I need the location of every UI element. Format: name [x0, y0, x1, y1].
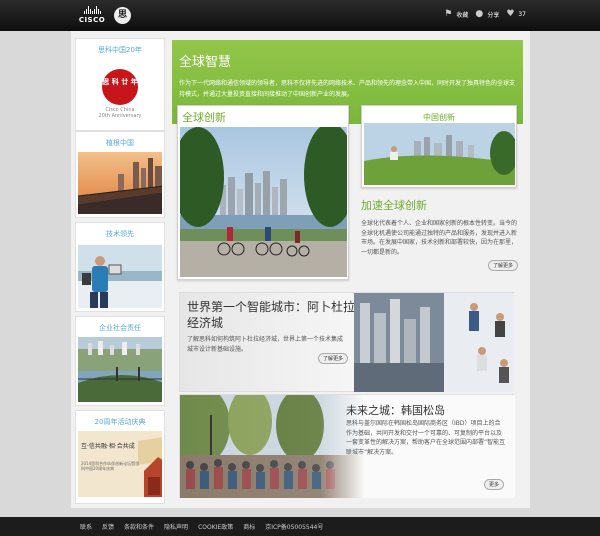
sidebar-item-label: 企业社会责任	[99, 324, 141, 332]
footer-link-terms[interactable]: 条款和条件	[124, 522, 154, 531]
learn-more-button[interactable]: 了解更多	[318, 353, 349, 364]
songdo-feature[interactable]: 未来之城：韩国松岛 思科与盖尔国际在韩国松岛国际商务区（IBD）项目上的合作为基…	[179, 394, 515, 498]
feature-title: 世界第一个智能城市：阿卜杜拉经济城	[187, 300, 356, 330]
footer-link-privacy[interactable]: 隐私声明	[164, 522, 188, 531]
anniversary-logo: 思 科 廿 年	[102, 69, 138, 105]
page-title: 全球智慧	[179, 55, 232, 70]
top-bar: CISCO 思 ⚑ 收藏 ● 分享 ♥ 37	[0, 0, 600, 31]
lawn-city-image	[364, 123, 515, 185]
anniversary-seal-icon[interactable]: 思	[114, 7, 131, 24]
tag-icon: ⚑	[444, 9, 453, 19]
section-text: 全球化代表着个人、企业和国家创新的根本性转变。当今的全球化机遇使公司能通过独特的…	[361, 220, 518, 256]
sidebar-item-anniversary[interactable]: 思科中国20年 思 科 廿 年 Cisco China 20th Anniver…	[75, 38, 165, 131]
sidebar-item-label: 20周年活动庆典	[94, 418, 146, 426]
bookmark-label: 收藏	[456, 11, 469, 19]
footer-link-cookie[interactable]: COOKIE政策	[198, 522, 233, 531]
hero-text: 作为下一代网络和通信领域的领导者，思科不仅将先进的网络技术、产品和领先的理念带入…	[179, 80, 516, 98]
event-banner-subtitle: 2014思科合作伙伴创新论坛暨思科中国20周年庆典	[81, 461, 140, 471]
feature-title: 未来之城：韩国松岛	[346, 404, 445, 417]
like-button[interactable]: ♥ 37	[505, 9, 526, 19]
card-title: 全球创新	[182, 111, 226, 124]
bookmark-button[interactable]: ⚑ 收藏	[443, 9, 468, 19]
footer-links: 联系 反馈 条款和条件 隐私声明 COOKIE政策 商标 京ICP备050055…	[80, 522, 323, 531]
footer-link-feedback[interactable]: 反馈	[102, 522, 114, 531]
card-title: 中国创新	[423, 113, 455, 122]
footer-link-trademark[interactable]: 商标	[243, 522, 255, 531]
footer: 联系 反馈 条款和条件 隐私声明 COOKIE政策 商标 京ICP备050055…	[0, 517, 600, 536]
city-bridge-image	[78, 337, 162, 402]
tablet-user-image	[78, 245, 162, 308]
sidebar-item-tech-leadership[interactable]: 技术领先	[75, 222, 165, 312]
china-innovation-card[interactable]: 中国创新	[361, 105, 517, 188]
section-title: 加速全球创新	[361, 199, 427, 212]
cisco-bars-icon	[77, 6, 107, 14]
page-panel: 思科中国20年 思 科 廿 年 Cisco China 20th Anniver…	[71, 31, 530, 508]
cyclists-city-image	[180, 127, 347, 277]
user-icon: ●	[475, 9, 484, 19]
anniversary-caption-2: 20th Anniversary	[98, 113, 142, 119]
global-innovation-card[interactable]: 全球创新	[177, 105, 349, 280]
bridge-sunset-image	[78, 152, 162, 214]
sidebar-item-label: 植根中国	[106, 139, 134, 147]
anniversary-emblem: 思 科 廿 年 Cisco China 20th Anniversary	[76, 69, 164, 119]
smart-city-collage-image	[354, 293, 514, 392]
cisco-logo[interactable]: CISCO	[77, 6, 107, 26]
footer-link-icp[interactable]: 京ICP备05005544号	[265, 522, 323, 531]
sidebar-item-rooted-in-china[interactable]: 植根中国	[75, 131, 165, 218]
event-banner-title: 互·信共融·相·合共成	[81, 443, 135, 450]
share-label: 分享	[487, 11, 500, 19]
accelerate-innovation-section: 加速全球创新 全球化代表着个人、企业和国家创新的根本性转变。当今的全球化机遇使公…	[361, 197, 517, 257]
cisco-wordmark: CISCO	[78, 16, 106, 24]
sidebar-item-csr[interactable]: 企业社会责任	[75, 316, 165, 406]
like-count: 37	[518, 10, 526, 18]
sidebar-item-label: 思科中国20年	[98, 46, 142, 54]
more-button[interactable]: 更多	[484, 479, 505, 490]
sidebar-item-anniversary-event[interactable]: 20周年活动庆典 互·信共融·相·合共成 2014思科合作伙伴创新论坛暨思科中国…	[75, 410, 165, 504]
feature-text: 思科与盖尔国际在韩国松岛国际商务区（IBD）项目上的合作为基础，共同开发和交付一…	[346, 420, 506, 456]
smart-city-feature[interactable]: 世界第一个智能城市：阿卜杜拉经济城 了解思科如何构筑阿卜杜拉经济城，世界上第一个…	[179, 292, 514, 392]
learn-more-button[interactable]: 了解更多	[488, 260, 519, 271]
heart-icon: ♥	[506, 9, 515, 19]
share-button[interactable]: ● 分享	[474, 9, 499, 19]
event-banner-image: 互·信共融·相·合共成 2014思科合作伙伴创新论坛暨思科中国20周年庆典	[78, 431, 162, 500]
header-tools: ⚑ 收藏 ● 分享 ♥ 37	[443, 9, 526, 19]
footer-link-contact[interactable]: 联系	[80, 522, 92, 531]
feature-text: 了解思科如何构筑阿卜杜拉经济城，世界上第一个技术集成城市设计新基础设施。	[187, 336, 344, 353]
sidebar-item-label: 技术领先	[106, 230, 134, 238]
